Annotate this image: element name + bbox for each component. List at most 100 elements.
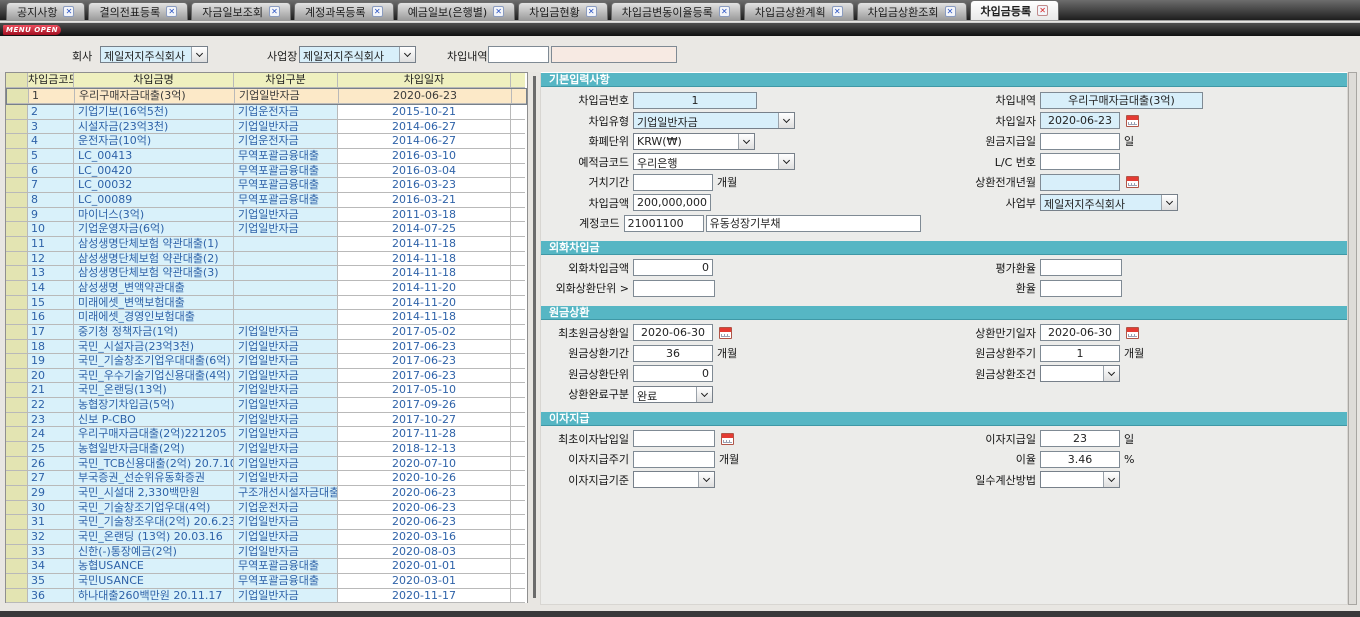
- table-cell[interactable]: 2020-03-01: [338, 574, 511, 589]
- table-row[interactable]: 9마이너스(3억)기업일반자금2011-03-18: [6, 208, 527, 223]
- table-cell[interactable]: 19: [28, 354, 74, 369]
- table-cell[interactable]: 35: [28, 574, 74, 589]
- table-cell[interactable]: [511, 471, 525, 486]
- table-cell[interactable]: [511, 325, 525, 340]
- repay-period-field[interactable]: [633, 345, 713, 362]
- table-row[interactable]: 22농협장기차입금(5억)기업일반자금2017-09-26: [6, 398, 527, 413]
- table-row[interactable]: 30국민_기술창조기업우대(4억)기업운전자금2020-06-23: [6, 501, 527, 516]
- site-select[interactable]: 제일저지주식회사: [299, 46, 416, 63]
- row-selector[interactable]: [6, 208, 28, 223]
- table-cell[interactable]: 기업일반자금: [234, 413, 338, 428]
- table-cell[interactable]: 17: [28, 325, 74, 340]
- table-cell[interactable]: 무역포괄금융대출: [234, 149, 338, 164]
- table-row[interactable]: 2기업기보(16억5천)기업운전자금2015-10-21: [6, 105, 527, 120]
- table-cell[interactable]: 기업일반자금: [234, 515, 338, 530]
- table-cell[interactable]: 2016-03-21: [338, 193, 511, 208]
- table-cell[interactable]: 30: [28, 501, 74, 516]
- first-interest-date-field[interactable]: [633, 430, 715, 447]
- table-cell[interactable]: 구조개선시설자금대출: [234, 486, 338, 501]
- table-row[interactable]: 27부국증권_선순위유동화증권기업일반자금2020-10-26: [6, 471, 527, 486]
- table-cell[interactable]: 기업일반자금: [234, 208, 338, 223]
- table-row[interactable]: 31국민_기술창조우대(2억) 20.6.23기업일반자금2020-06-23: [6, 515, 527, 530]
- table-cell[interactable]: 4: [28, 134, 74, 149]
- table-cell[interactable]: 6: [28, 164, 74, 179]
- eval-rate-field[interactable]: [1040, 259, 1122, 276]
- loan-detail-filter-input[interactable]: [488, 46, 549, 63]
- table-cell[interactable]: 2020-01-01: [338, 559, 511, 574]
- table-cell[interactable]: 기업일반자금: [234, 457, 338, 472]
- table-cell[interactable]: 국민_온랜딩 (13억) 20.03.16: [74, 530, 234, 545]
- table-row[interactable]: 25농협일반자금대출(2억)기업일반자금2018-12-13: [6, 442, 527, 457]
- row-selector[interactable]: [6, 559, 28, 574]
- lc-no-field[interactable]: [1040, 153, 1120, 170]
- table-cell[interactable]: [511, 369, 525, 384]
- row-selector[interactable]: [6, 574, 28, 589]
- table-cell[interactable]: 2020-06-23: [338, 486, 511, 501]
- table-cell[interactable]: [511, 515, 525, 530]
- row-selector[interactable]: [6, 442, 28, 457]
- table-row[interactable]: 10기업운영자금(6억)기업일반자금2014-07-25: [6, 222, 527, 237]
- table-cell[interactable]: 29: [28, 486, 74, 501]
- table-row[interactable]: 13삼성생명단체보험 약관대출(3)2014-11-18: [6, 266, 527, 281]
- table-cell[interactable]: 26: [28, 457, 74, 472]
- table-cell[interactable]: [511, 545, 525, 560]
- table-cell[interactable]: 2020-10-26: [338, 471, 511, 486]
- row-selector[interactable]: [6, 178, 28, 193]
- table-row[interactable]: 35국민USANCE무역포괄금융대출2020-03-01: [6, 574, 527, 589]
- table-cell[interactable]: 8: [28, 193, 74, 208]
- table-cell[interactable]: LC_00413: [74, 149, 234, 164]
- table-cell[interactable]: [511, 281, 525, 296]
- table-cell[interactable]: 국민_시설대 2,330백만원: [74, 486, 234, 501]
- loan-date-field[interactable]: [1040, 112, 1120, 129]
- table-cell[interactable]: 7: [28, 178, 74, 193]
- table-scrollbar[interactable]: [533, 76, 536, 598]
- table-cell[interactable]: [511, 530, 525, 545]
- calendar-icon[interactable]: [1126, 115, 1139, 127]
- row-selector[interactable]: [6, 413, 28, 428]
- table-cell[interactable]: [511, 427, 525, 442]
- calendar-icon[interactable]: [721, 433, 734, 445]
- close-icon[interactable]: ✕: [166, 6, 177, 17]
- table-cell[interactable]: 2014-06-27: [338, 120, 511, 135]
- principal-pay-day-field[interactable]: [1040, 133, 1120, 150]
- table-cell[interactable]: [511, 398, 525, 413]
- table-row[interactable]: 4운전자금(10억)기업운전자금2014-06-27: [6, 134, 527, 149]
- table-cell[interactable]: 삼성생명단체보험 약관대출(1): [74, 237, 234, 252]
- table-cell[interactable]: 23: [28, 413, 74, 428]
- row-selector[interactable]: [7, 89, 29, 104]
- table-cell[interactable]: 국민_기술창조기업우대대출(6억): [74, 354, 234, 369]
- row-selector[interactable]: [6, 501, 28, 516]
- table-cell[interactable]: 기업일반자금: [234, 369, 338, 384]
- table-cell[interactable]: 무역포괄금융대출: [234, 574, 338, 589]
- table-cell[interactable]: 기업일반자금: [234, 427, 338, 442]
- header-loan-type[interactable]: 차입구분: [234, 73, 338, 88]
- tab-차입금상환계획[interactable]: 차입금상환계획✕: [744, 2, 854, 20]
- table-cell[interactable]: 국민USANCE: [74, 574, 234, 589]
- table-cell[interactable]: 2014-11-18: [338, 237, 511, 252]
- exchange-rate-field[interactable]: [1040, 280, 1122, 297]
- row-selector[interactable]: [6, 164, 28, 179]
- table-cell[interactable]: 농협USANCE: [74, 559, 234, 574]
- table-cell[interactable]: 중기청 정책자금(1억): [74, 325, 234, 340]
- table-cell[interactable]: 미래에셋_경영인보험대출: [74, 310, 234, 325]
- table-row[interactable]: 21국민_온랜딩(13억)기업일반자금2017-05-10: [6, 383, 527, 398]
- table-row[interactable]: 7LC_00032무역포괄금융대출2016-03-23: [6, 178, 527, 193]
- table-cell[interactable]: 부국증권_선순위유동화증권: [74, 471, 234, 486]
- table-cell[interactable]: 2017-05-10: [338, 383, 511, 398]
- row-selector[interactable]: [6, 340, 28, 355]
- table-cell[interactable]: 국민_시설자금(23억3천): [74, 340, 234, 355]
- table-cell[interactable]: 운전자금(10억): [74, 134, 234, 149]
- table-cell[interactable]: LC_00032: [74, 178, 234, 193]
- table-cell[interactable]: 2015-10-21: [338, 105, 511, 120]
- row-selector[interactable]: [6, 354, 28, 369]
- company-select[interactable]: 제일저지주식회사: [100, 46, 208, 63]
- row-selector[interactable]: [6, 252, 28, 267]
- table-cell[interactable]: [512, 89, 526, 104]
- table-cell[interactable]: 2020-06-23: [338, 515, 511, 530]
- table-cell[interactable]: 기업일반자금: [234, 530, 338, 545]
- row-selector[interactable]: [6, 515, 28, 530]
- table-cell[interactable]: 2020-03-16: [338, 530, 511, 545]
- table-cell[interactable]: [511, 120, 525, 135]
- account-code-field[interactable]: [624, 215, 704, 232]
- table-cell[interactable]: 3: [28, 120, 74, 135]
